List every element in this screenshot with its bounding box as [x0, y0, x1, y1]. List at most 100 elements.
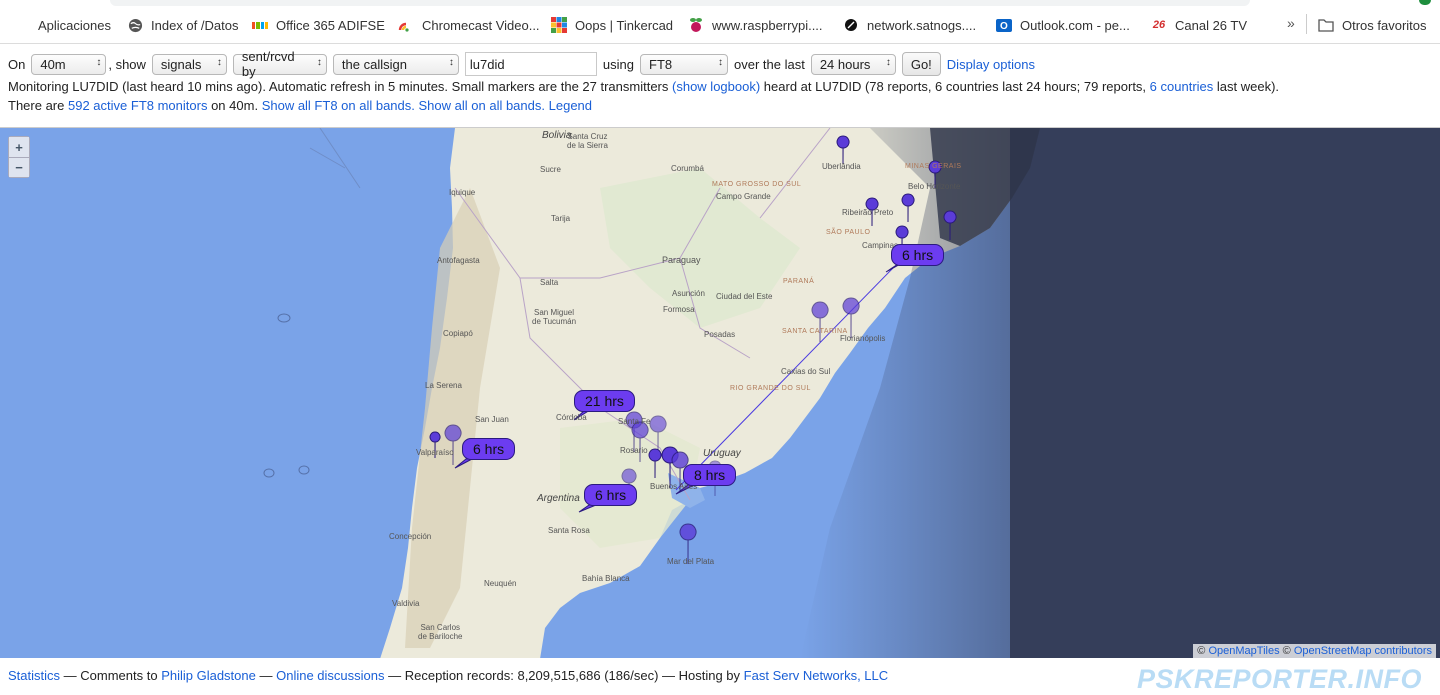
label-santa-rosa: Santa Rosa: [548, 526, 590, 535]
island: [277, 313, 291, 323]
label-belo: Belo Horizonte: [908, 182, 961, 191]
label-iquique: Iquique: [449, 188, 476, 197]
time-bubble[interactable]: 21 hrs: [574, 390, 635, 412]
mode-select[interactable]: FT8: [640, 53, 728, 75]
island: [263, 468, 275, 478]
callsign-input[interactable]: lu7did: [464, 52, 597, 76]
there-are-text: There are: [8, 98, 65, 113]
bookmark-aplicaciones[interactable]: Aplicaciones: [14, 15, 111, 35]
label-minas: MINAS GERAIS: [905, 163, 962, 170]
time-bubble[interactable]: 6 hrs: [891, 244, 945, 266]
site-brand-logo[interactable]: PSKREPORTER.INFO: [1137, 664, 1422, 695]
query-controls: On 40m , show signals sent/rcvd by the c…: [8, 49, 1035, 79]
display-options-link[interactable]: Display options: [947, 57, 1035, 72]
bookmark-office365[interactable]: Office 365 ADIFSE: [252, 15, 385, 35]
direction-select-value: sent/rcvd by: [241, 49, 295, 79]
monitoring-info: Monitoring LU7DID (last heard 10 mins ag…: [8, 79, 1279, 94]
satnogs-icon: [843, 17, 859, 33]
on-label: On: [8, 56, 26, 72]
show-select[interactable]: signals: [151, 53, 227, 75]
label-santa-fe: Santa Fe: [618, 417, 651, 426]
label-san-juan: San Juan: [475, 415, 509, 424]
bookmarks-bar: Aplicaciones Index of /Datos Office 365 …: [0, 0, 1440, 44]
label-sucre: Sucre: [540, 165, 561, 174]
bookmark-otros-favoritos[interactable]: Otros favoritos: [1318, 15, 1427, 35]
show-logbook-link[interactable]: (show logbook): [672, 79, 760, 94]
time-bubble[interactable]: 8 hrs: [683, 464, 737, 486]
bookmark-label: Office 365 ADIFSE: [276, 17, 385, 33]
bookmark-label: network.satnogs....: [867, 17, 977, 33]
label-florianopolis: Florianópolis: [840, 334, 886, 343]
bookmark-index-datos[interactable]: Index of /Datos: [127, 15, 238, 35]
night-region: [1010, 128, 1440, 658]
bookmark-label: Chromecast Video...: [422, 17, 540, 33]
hosting-link[interactable]: Fast Serv Networks, LLC: [744, 668, 889, 683]
more-bookmarks-chevron[interactable]: »: [1287, 15, 1295, 31]
label-posadas: Posadas: [704, 330, 736, 339]
label-tucuman: San Miguel de Tucumán: [532, 308, 577, 326]
go-button[interactable]: Go!: [901, 52, 941, 76]
bookmarks-separator: [1306, 14, 1307, 34]
period-select[interactable]: 24 hours: [810, 53, 896, 75]
bookmark-label: Otros favoritos: [1342, 17, 1427, 33]
map-attribution: © OpenMapTiles © OpenStreetMap contribut…: [1193, 644, 1436, 658]
openstreetmap-link[interactable]: OpenStreetMap contributors: [1294, 645, 1432, 657]
footer-separator: —: [259, 668, 273, 683]
statistics-link[interactable]: Statistics: [8, 668, 60, 683]
microsoft-icon: [252, 17, 268, 33]
over-label: over the last: [734, 56, 805, 72]
label-campo-grande: Campo Grande: [716, 192, 771, 201]
tab-strip-edge: [110, 0, 1250, 6]
show-select-value: signals: [160, 56, 202, 72]
label-bariloche: San Carlos de Bariloche: [418, 623, 463, 641]
bookmark-tinkercad[interactable]: Oops | Tinkercad: [551, 15, 673, 35]
direction-select[interactable]: sent/rcvd by: [232, 49, 327, 79]
label-argentina: Argentina: [537, 493, 580, 504]
show-ft8-all-bands-link[interactable]: Show all FT8 on all bands.: [262, 98, 415, 113]
bookmark-satnogs[interactable]: network.satnogs....: [843, 15, 976, 35]
map-canvas[interactable]: [0, 128, 1440, 658]
label-mato-grosso: MATO GROSSO DO SUL: [712, 181, 802, 188]
bookmark-canal26[interactable]: 26 Canal 26 TV: [1151, 15, 1247, 35]
show-label: , show: [108, 56, 146, 72]
comments-text: — Comments to: [63, 668, 158, 683]
label-bahia-blanca: Bahía Blanca: [582, 574, 630, 583]
time-bubble[interactable]: 6 hrs: [462, 438, 516, 460]
bookmark-label: Oops | Tinkercad: [575, 17, 674, 33]
label-uberlandia: Uberlândia: [822, 162, 861, 171]
label-santa-cruz: Santa Cruz de la Sierra: [567, 132, 608, 150]
bookmark-raspberrypi[interactable]: www.raspberrypi....: [688, 15, 823, 35]
target-select-value: the callsign: [341, 56, 407, 72]
reception-map[interactable]: Santa Cruz de la Sierra Sucre Bolivia Co…: [0, 127, 1440, 658]
time-bubble[interactable]: 6 hrs: [584, 484, 638, 506]
label-caxias: Caxias do Sul: [781, 367, 831, 376]
author-link[interactable]: Philip Gladstone: [161, 668, 256, 683]
openmaptiles-link[interactable]: OpenMapTiles: [1208, 645, 1279, 657]
zoom-out-button[interactable]: −: [9, 157, 29, 177]
copyright-symbol: ©: [1282, 645, 1291, 657]
profile-indicator[interactable]: [1419, 0, 1431, 5]
zoom-control: + −: [8, 136, 30, 178]
zoom-in-button[interactable]: +: [9, 137, 29, 157]
band-select[interactable]: 40m: [31, 53, 107, 75]
label-paraguay: Paraguay: [662, 255, 701, 265]
mode-select-value: FT8: [649, 56, 673, 72]
show-all-link[interactable]: Show all on all bands.: [419, 98, 545, 113]
bookmark-outlook[interactable]: O Outlook.com - pe...: [996, 15, 1130, 35]
active-monitors-link[interactable]: 592 active FT8 monitors: [68, 98, 207, 113]
discussions-link[interactable]: Online discussions: [276, 668, 384, 683]
bookmark-label: www.raspberrypi....: [712, 17, 823, 33]
monitors-info: There are 592 active FT8 monitors on 40m…: [8, 98, 592, 113]
countries-link[interactable]: 6 countries: [1150, 79, 1214, 94]
label-ribeirao: Ribeirão Preto: [842, 208, 894, 217]
apps-grid-icon: [14, 17, 30, 33]
label-copiapo: Copiapó: [443, 329, 473, 338]
label-cordoba: Córdoba: [556, 413, 587, 422]
copyright-symbol: ©: [1197, 645, 1206, 657]
label-uruguay: Uruguay: [703, 448, 741, 459]
label-valparaiso: Valparaíso: [416, 448, 454, 457]
monitoring-text: Monitoring LU7DID (last heard 10 mins ag…: [8, 79, 669, 94]
bookmark-chromecast[interactable]: Chromecast Video...: [398, 15, 540, 35]
legend-link[interactable]: Legend: [549, 98, 592, 113]
target-select[interactable]: the callsign: [332, 53, 459, 75]
